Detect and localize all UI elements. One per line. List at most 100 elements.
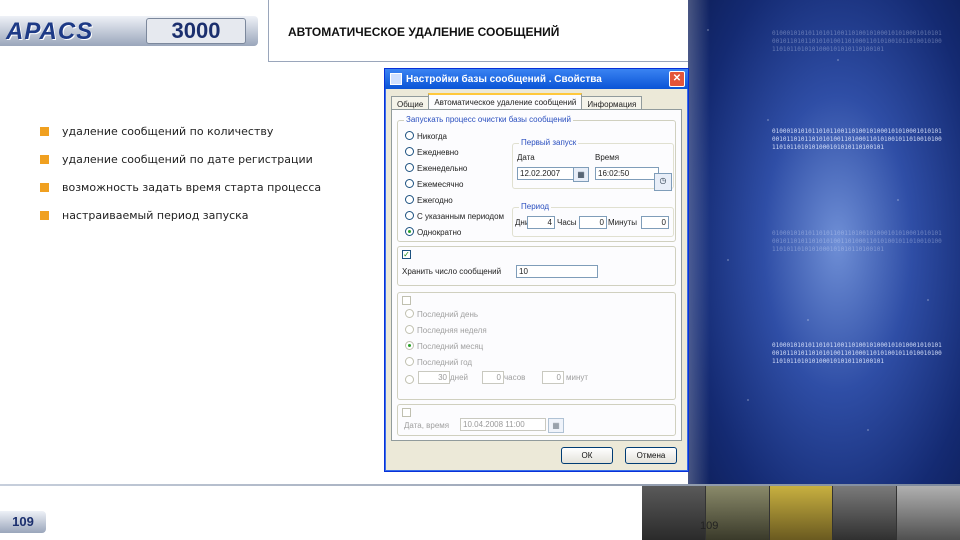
- radio-label: Ежедневно: [417, 148, 459, 157]
- window-icon: [390, 73, 402, 85]
- ok-button[interactable]: ОК: [561, 447, 613, 464]
- tab-strip: Общие Автоматическое удаление сообщений …: [391, 93, 643, 113]
- radio-circle-icon: [405, 163, 414, 172]
- minutes-label: Минуты: [608, 218, 637, 227]
- radio-monthly[interactable]: Ежемесячно: [405, 179, 463, 189]
- datetime-group: Дата, время 10.04.2008 11:00 ▦: [397, 404, 676, 436]
- datetime-checkbox[interactable]: [402, 408, 411, 417]
- radio-circle-icon: [405, 211, 414, 220]
- bullet-list: удаление сообщений по количеству удалени…: [40, 125, 340, 237]
- footer-image-strip: [642, 486, 960, 540]
- radio-custom-period[interactable]: С указанным периодом: [405, 211, 504, 221]
- schedule-group-label: Запускать процесс очистки базы сообщений: [404, 115, 573, 124]
- dialog-titlebar[interactable]: Настройки базы сообщений . Свойства ✕: [385, 69, 688, 89]
- logo-number: 3000: [146, 18, 246, 44]
- keep-count-input[interactable]: 10: [516, 265, 598, 278]
- footer-image-circuit: [642, 486, 706, 540]
- radio-circle-icon: [405, 179, 414, 188]
- logo-text: APACS: [6, 18, 94, 45]
- radio-label: Последняя неделя: [417, 326, 487, 335]
- date-input[interactable]: 12.02.2007: [517, 167, 575, 180]
- keep-count-group: ✓ Хранить число сообщений 10: [397, 246, 676, 286]
- bullet-text: настраиваемый период запуска: [62, 209, 249, 222]
- close-button[interactable]: ✕: [669, 71, 685, 87]
- radio-circle-icon: [405, 357, 414, 366]
- custom-minutes-input[interactable]: 0: [542, 371, 564, 384]
- bullet-square-icon: [40, 211, 49, 220]
- logo: APACS 3000: [0, 16, 258, 46]
- radio-selected-icon: [405, 227, 414, 236]
- header-underline: [268, 61, 688, 62]
- days-input[interactable]: 4: [527, 216, 555, 229]
- radio-circle-icon: [405, 131, 414, 140]
- keep-period-checkbox[interactable]: [402, 296, 411, 305]
- binary-decoration-1: 0100010101011010110011010010100010101000…: [772, 128, 942, 151]
- cancel-button[interactable]: Отмена: [625, 447, 677, 464]
- radio-last-week[interactable]: Последняя неделя: [405, 325, 487, 335]
- calendar-icon[interactable]: ▦: [548, 418, 564, 433]
- calendar-icon[interactable]: ▦: [573, 167, 589, 182]
- period-group: Период Дни 4 Часы 0 Минуты 0: [512, 202, 674, 237]
- bullet-square-icon: [40, 183, 49, 192]
- radio-yearly[interactable]: Ежегодно: [405, 195, 453, 205]
- datetime-label: Дата, время: [404, 421, 450, 430]
- keep-count-label: Хранить число сообщений: [402, 267, 502, 276]
- clock-icon[interactable]: ◷: [654, 173, 672, 191]
- footer-image-office: [833, 486, 898, 540]
- page-badge: 109: [0, 511, 46, 533]
- bullet-square-icon: [40, 155, 49, 164]
- header-separator: [268, 0, 269, 62]
- properties-dialog: Настройки базы сообщений . Свойства ✕ Об…: [384, 68, 689, 472]
- starfield-background: [688, 0, 960, 540]
- radio-circle-icon: [405, 309, 414, 318]
- tab-page: Запускать процесс очистки базы сообщений…: [391, 109, 682, 441]
- binary-decoration-top: 0100010101011010110011010010100010101000…: [772, 30, 942, 53]
- datetime-input[interactable]: 10.04.2008 11:00: [460, 418, 546, 431]
- custom-minutes-label: минут: [566, 373, 589, 382]
- hours-input[interactable]: 0: [579, 216, 607, 229]
- page-number: 109: [700, 520, 719, 532]
- radio-last-day[interactable]: Последний день: [405, 309, 478, 319]
- radio-label: Последний год: [417, 358, 473, 367]
- schedule-group: Запускать процесс очистки базы сообщений…: [397, 115, 676, 242]
- radio-label: Ежемесячно: [417, 180, 464, 189]
- radio-selected-icon: [405, 341, 414, 350]
- bullet-text: возможность задать время старта процесса: [62, 181, 322, 194]
- minutes-input[interactable]: 0: [641, 216, 669, 229]
- slide-title: АВТОМАТИЧЕСКОЕ УДАЛЕНИЕ СООБЩЕНИЙ: [288, 25, 560, 39]
- radio-label: С указанным периодом: [417, 212, 505, 221]
- date-label: Дата: [517, 153, 535, 162]
- radio-daily[interactable]: Ежедневно: [405, 147, 459, 157]
- time-input[interactable]: 16:02:50: [595, 167, 659, 180]
- radio-circle-icon: [405, 375, 414, 384]
- bullet-item: возможность задать время старта процесса: [40, 181, 340, 195]
- radio-label: Однократно: [417, 228, 462, 237]
- custom-hours-label: часов: [504, 373, 526, 382]
- radio-label: Последний месяц: [417, 342, 484, 351]
- radio-weekly[interactable]: Еженедельно: [405, 163, 467, 173]
- radio-last-month[interactable]: Последний месяц: [405, 341, 483, 351]
- radio-circle-icon: [405, 195, 414, 204]
- binary-decoration-3: 0100010101011010110011010010100010101000…: [772, 342, 942, 365]
- custom-days-input[interactable]: 30: [418, 371, 450, 384]
- footer-image-gold: [769, 486, 834, 540]
- binary-decoration-2: 0100010101011010110011010010100010101000…: [772, 230, 942, 253]
- radio-label: Ежегодно: [417, 196, 453, 205]
- radio-last-year[interactable]: Последний год: [405, 357, 472, 367]
- radio-once[interactable]: Однократно: [405, 227, 461, 237]
- bullet-square-icon: [40, 127, 49, 136]
- bullet-text: удаление сообщений по дате регистрации: [62, 153, 313, 166]
- period-label: Период: [519, 202, 552, 211]
- radio-circle-icon: [405, 325, 414, 334]
- radio-label: Никогда: [417, 132, 447, 141]
- custom-hours-input[interactable]: 0: [482, 371, 504, 384]
- keep-period-group: Последний день Последняя неделя Последни…: [397, 292, 676, 400]
- radio-custom[interactable]: [405, 375, 417, 385]
- custom-days-label: дней: [450, 373, 469, 382]
- keep-count-checkbox[interactable]: ✓: [402, 250, 411, 259]
- first-run-label: Первый запуск: [519, 138, 579, 147]
- radio-circle-icon: [405, 147, 414, 156]
- hours-label: Часы: [557, 218, 577, 227]
- radio-never[interactable]: Никогда: [405, 131, 447, 141]
- bullet-item: удаление сообщений по количеству: [40, 125, 340, 139]
